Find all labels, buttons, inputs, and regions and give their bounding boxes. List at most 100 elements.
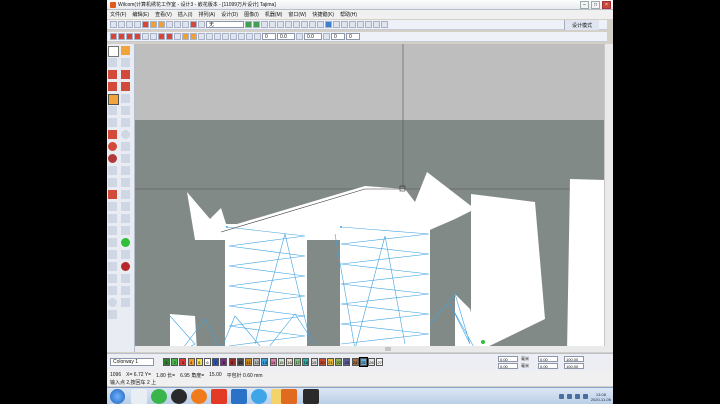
- color-swatch-5[interactable]: 5: [195, 358, 203, 366]
- font-select[interactable]: 无: [206, 21, 244, 28]
- menu-window[interactable]: 窗口(W): [285, 11, 309, 18]
- fill-tool-icon[interactable]: [108, 70, 117, 79]
- menu-arrange[interactable]: 排列(A): [195, 11, 218, 18]
- bold-icon[interactable]: [110, 33, 117, 40]
- align-left-icon[interactable]: [269, 21, 276, 28]
- copy-icon[interactable]: [174, 21, 181, 28]
- value-field-5[interactable]: 0: [346, 33, 360, 40]
- rotate-icon[interactable]: [166, 33, 173, 40]
- percent-y-field[interactable]: 100.00: [564, 363, 584, 369]
- sequence-icon[interactable]: [373, 21, 380, 28]
- start-button-icon[interactable]: [110, 389, 125, 404]
- layers-icon[interactable]: [349, 21, 356, 28]
- text-tool-icon[interactable]: [108, 154, 117, 163]
- color-swatch-19[interactable]: 19: [310, 358, 318, 366]
- color-icon[interactable]: [325, 21, 332, 28]
- color-swatch-9[interactable]: 9: [228, 358, 236, 366]
- app-greenshot-icon[interactable]: [151, 389, 167, 404]
- color-swatch-4[interactable]: 4: [187, 358, 195, 366]
- tray-clock[interactable]: 13:08 2020-11-06: [591, 392, 611, 402]
- satin-tool-icon[interactable]: [121, 58, 130, 67]
- menu-view[interactable]: 查看(V): [152, 11, 175, 18]
- mirror-icon[interactable]: [158, 33, 165, 40]
- blank-icon[interactable]: [254, 33, 261, 40]
- italic-icon[interactable]: [118, 33, 125, 40]
- underlay-icon[interactable]: [238, 33, 245, 40]
- open-file-icon[interactable]: [118, 21, 125, 28]
- cutwork-tool-icon[interactable]: [121, 178, 130, 187]
- density-icon[interactable]: [230, 33, 237, 40]
- sequin-tool-icon[interactable]: [121, 190, 130, 199]
- align-center-icon[interactable]: [277, 21, 284, 28]
- menu-design[interactable]: 设计(D): [218, 11, 241, 18]
- tie-icon[interactable]: [365, 21, 372, 28]
- color-swatch-22[interactable]: 22: [335, 358, 343, 366]
- monogram-tool-icon[interactable]: [121, 154, 130, 163]
- save-icon[interactable]: [126, 21, 133, 28]
- zoom-out-icon[interactable]: [253, 21, 260, 28]
- color-mix-tool-icon[interactable]: [108, 250, 117, 259]
- zigzag-tool-icon[interactable]: [108, 214, 117, 223]
- measure-tool-icon[interactable]: [108, 310, 117, 319]
- app-video-icon[interactable]: [303, 389, 319, 404]
- weld-tool-icon[interactable]: [121, 226, 130, 235]
- color-swatch-24[interactable]: 24: [351, 358, 359, 366]
- color-swatch-25[interactable]: 25: [358, 357, 368, 367]
- tray-volume-icon[interactable]: [566, 394, 572, 399]
- team-names-tool-icon[interactable]: [121, 166, 130, 175]
- photo-tool-icon[interactable]: [121, 274, 130, 283]
- color-swatch-20[interactable]: 20: [318, 358, 326, 366]
- circle-tool-icon[interactable]: [121, 130, 130, 139]
- tray-security-icon[interactable]: [582, 394, 588, 399]
- color-swatch-23[interactable]: 23: [343, 358, 351, 366]
- measure-icon[interactable]: [333, 21, 340, 28]
- menu-help[interactable]: 帮助(H): [337, 11, 360, 18]
- spacing-icon[interactable]: [142, 33, 149, 40]
- arrow-up-icon[interactable]: [296, 33, 303, 40]
- menu-insert[interactable]: 插入(I): [175, 11, 196, 18]
- stitch-icon[interactable]: [142, 21, 149, 28]
- maximize-button[interactable]: □: [591, 0, 600, 9]
- chain-tool-icon[interactable]: [108, 262, 117, 271]
- join-icon[interactable]: [206, 33, 213, 40]
- design-mode-button[interactable]: 设计模式: [564, 20, 599, 30]
- menu-image[interactable]: 图像(I): [241, 11, 262, 18]
- value-field-2[interactable]: 0.0: [277, 33, 295, 40]
- color-swatch-17[interactable]: 17: [294, 358, 302, 366]
- grid-icon[interactable]: [261, 21, 268, 28]
- lettering-tool-icon[interactable]: [108, 166, 117, 175]
- baseline-icon[interactable]: [150, 33, 157, 40]
- value-field-3[interactable]: 0.0: [304, 33, 322, 40]
- app-qq-icon[interactable]: [171, 389, 187, 404]
- vector-tool-icon[interactable]: [108, 286, 117, 295]
- feather-tool-icon[interactable]: [108, 130, 117, 139]
- eraser-tool-icon[interactable]: [121, 298, 130, 307]
- letter-icon[interactable]: [134, 33, 141, 40]
- stem-tool-icon[interactable]: [108, 118, 117, 127]
- menu-machine[interactable]: 机器(M): [262, 11, 286, 18]
- app-ie-icon[interactable]: [251, 389, 267, 404]
- group-icon[interactable]: [301, 21, 308, 28]
- polyline-tool-icon[interactable]: [108, 58, 117, 67]
- color-swatch-8[interactable]: 8: [220, 358, 228, 366]
- break-icon[interactable]: [198, 33, 205, 40]
- ungroup-icon[interactable]: [309, 21, 316, 28]
- color-swatch-1[interactable]: 1: [163, 358, 170, 366]
- color-swatch-15[interactable]: 15: [277, 358, 285, 366]
- percent-x-field[interactable]: 100.00: [564, 356, 584, 362]
- stipple-tool-icon[interactable]: [121, 202, 130, 211]
- color-swatch-13[interactable]: 13: [261, 358, 269, 366]
- bitmap-tool-icon[interactable]: [121, 286, 130, 295]
- shade-tool-icon[interactable]: [121, 250, 130, 259]
- offset-icon[interactable]: [222, 33, 229, 40]
- close-button[interactable]: ×: [602, 0, 611, 9]
- underline-icon[interactable]: [126, 33, 133, 40]
- arrow-down-icon[interactable]: [323, 33, 330, 40]
- colorway-select[interactable]: Colorway 1: [110, 358, 154, 366]
- puff-tool-icon[interactable]: [108, 190, 117, 199]
- app-arrow-icon[interactable]: [231, 389, 247, 404]
- preview-icon[interactable]: [381, 21, 388, 28]
- vertical-scrollbar[interactable]: [604, 44, 613, 352]
- paste-icon[interactable]: [182, 21, 189, 28]
- color-swatch-16[interactable]: 16: [286, 358, 293, 366]
